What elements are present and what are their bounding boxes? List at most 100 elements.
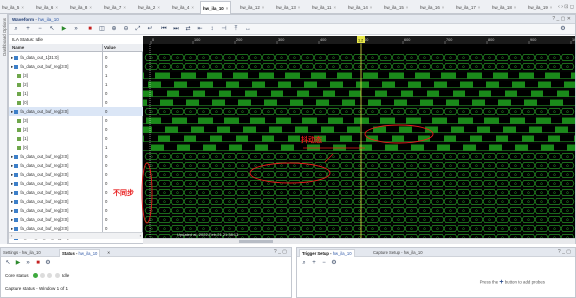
close-icon[interactable]: ×	[89, 5, 92, 10]
tab-hw-ila-16[interactable]: hw_ila_16 ×	[420, 3, 444, 12]
close-icon[interactable]: ×	[406, 5, 409, 10]
stop-icon[interactable]: ■	[86, 25, 94, 33]
run-icon[interactable]: ▶	[60, 25, 68, 33]
scroll-thumb[interactable]	[239, 240, 273, 243]
dashboard-options-strip[interactable]: Dashboard Options	[0, 14, 8, 244]
tab-bar-controls[interactable]: ‹ › ⊡ ◻	[558, 4, 574, 10]
signal-row[interactable]: [1] 0	[9, 89, 143, 98]
status-panel-controls[interactable]: ? _ ▢	[274, 248, 287, 257]
tab-hw-ila-6[interactable]: hw_ila_6 ×	[36, 3, 58, 12]
panel-tab[interactable]: Capture Setup - hw_ila_10	[373, 249, 423, 257]
search-icon[interactable]: ⌕	[300, 259, 308, 267]
tab-hw-ila-12[interactable]: hw_ila_12 ×	[240, 3, 264, 12]
bit-high-block	[330, 81, 343, 88]
panel-tab[interactable]: Status - hw_ila_10	[59, 249, 101, 257]
marker-icon[interactable]: ⇤	[196, 25, 204, 33]
tab-hw-ila-19[interactable]: hw_ila_19 ×	[528, 3, 552, 12]
signal-row[interactable]: [1] 0	[9, 134, 143, 143]
snap-icon[interactable]: ⊣	[220, 25, 228, 33]
signal-row[interactable]: ▸ fa_data_out_buf_reg[3:0] 0	[9, 161, 143, 170]
expand-icon[interactable]: ↔	[244, 25, 252, 33]
tab-hw-ila-13[interactable]: hw_ila_13 ×	[276, 3, 300, 12]
name-pane-scrollbar[interactable]: ‹ ›	[9, 232, 143, 239]
close-icon[interactable]: ×	[226, 6, 229, 11]
stop-icon[interactable]: ■	[34, 259, 42, 267]
signal-row[interactable]: ▸ fa_data_out_1[31:0] 0	[9, 53, 143, 62]
swap-icon[interactable]: ⇄	[184, 25, 192, 33]
bus-value: 0	[294, 209, 296, 213]
tab-hw-ila-10[interactable]: hw_ila_10 ×	[200, 1, 232, 14]
tab-hw-ila-7[interactable]: hw_ila_7 ×	[104, 3, 126, 12]
panel-tab[interactable]: ✕	[107, 249, 111, 257]
signal-row[interactable]: ▸ fa_data_out_buf_reg[3:0] 0	[9, 206, 143, 215]
zoom-in-icon[interactable]: ⊕	[110, 25, 118, 33]
waveform-canvas[interactable]: 0 100 200 300 400 500 600 700 800 900 10 0 0 0 0 0 0 0 0 0 0…	[113, 36, 576, 243]
tab-hw-ila-2[interactable]: hw_ila_2 ×	[138, 3, 160, 12]
close-icon[interactable]: ×	[123, 5, 126, 10]
signal-row[interactable]: [2] 1	[9, 80, 143, 89]
signal-row[interactable]: ▸ fa_data_out_buf_reg[3:0] 0	[9, 107, 143, 116]
signal-row[interactable]: ▸ fa_data_out_buf_reg[3:0] 0	[9, 62, 143, 71]
cursor-icon[interactable]: ↵	[146, 25, 154, 33]
settings-icon[interactable]: ⚙	[330, 259, 338, 267]
zoom-fit-icon[interactable]: ⤢	[134, 25, 142, 33]
close-icon[interactable]: ×	[298, 5, 301, 10]
panel-tab[interactable]: Settings - hw_ila_10	[3, 249, 41, 257]
minus-icon[interactable]: −	[36, 25, 44, 33]
waveform-scrollbar[interactable]	[143, 238, 575, 244]
tab-hw-ila-5[interactable]: hw_ila_5 ×	[2, 3, 24, 12]
add-marker-icon[interactable]: ↕	[208, 25, 216, 33]
add-probe-plus-icon[interactable]: +	[499, 279, 503, 286]
tab-hw-ila-8[interactable]: hw_ila_8 ×	[70, 3, 92, 12]
close-icon[interactable]: ×	[442, 5, 445, 10]
signal-row[interactable]: [2] 0	[9, 125, 143, 134]
settings-icon[interactable]: ⚙	[559, 25, 567, 33]
zoom-out-icon[interactable]: ⊖	[122, 25, 130, 33]
tab-hw-ila-18[interactable]: hw_ila_18 ×	[492, 3, 516, 12]
signal-row[interactable]: [3] 1	[9, 71, 143, 80]
tab-hw-ila-17[interactable]: hw_ila_17 ×	[456, 3, 480, 12]
name-column-header[interactable]: Name	[12, 44, 24, 52]
value-column-header[interactable]: Value	[104, 44, 116, 52]
close-icon[interactable]: ×	[550, 5, 553, 10]
close-icon[interactable]: ×	[157, 5, 160, 10]
tab-hw-ila-4[interactable]: hw_ila_4 ×	[172, 3, 194, 12]
signal-row[interactable]: ▸ fa_data_out_buf_reg[3:0] 0	[9, 152, 143, 161]
tab-hw-ila-15[interactable]: hw_ila_15 ×	[384, 3, 408, 12]
plus-icon[interactable]: +	[24, 25, 32, 33]
panel-controls[interactable]: ? _ ▢ ✕	[552, 15, 571, 24]
signal-row[interactable]: ▸ fa_data_out_buf_reg[3:0] 0	[9, 197, 143, 206]
close-icon[interactable]: ×	[21, 5, 24, 10]
pointer-icon[interactable]: ↖	[4, 259, 12, 267]
close-icon[interactable]: ×	[191, 5, 194, 10]
signal-row[interactable]: ▸ fa_data_out_buf_reg[3:0] 0	[9, 179, 143, 188]
panel-tab[interactable]: Trigger Setup - hw_ila_10	[299, 249, 355, 257]
close-icon[interactable]: ×	[478, 5, 481, 10]
add-probe-icon[interactable]: +	[310, 259, 318, 267]
bit-high-block	[453, 90, 465, 97]
remove-probe-icon[interactable]: −	[320, 259, 328, 267]
close-icon[interactable]: ×	[333, 5, 336, 10]
signal-row[interactable]: ▸ fa_data_out_buf_reg[3:0] 0	[9, 215, 143, 224]
tab-hw-ila-11[interactable]: hw_ila_11 ×	[312, 3, 336, 12]
fast-forward-icon[interactable]: »	[24, 259, 32, 267]
close-icon[interactable]: ×	[55, 5, 58, 10]
signal-row[interactable]: [0] 1	[9, 143, 143, 152]
go-start-icon[interactable]: ⏮	[160, 25, 168, 33]
close-icon[interactable]: ×	[370, 5, 373, 10]
signal-row[interactable]: [3] 0	[9, 116, 143, 125]
capture-icon[interactable]: ◫	[98, 25, 106, 33]
signal-row[interactable]: ▸ fa_data_out_buf_reg[3:0] 0	[9, 170, 143, 179]
trigger-panel-controls[interactable]: ? _ ▢	[558, 248, 571, 257]
options-icon[interactable]: ⚙	[44, 259, 52, 267]
run-icon[interactable]: ▶	[14, 259, 22, 267]
fast-forward-icon[interactable]: »	[72, 25, 80, 33]
pointer-icon[interactable]: ↖	[48, 25, 56, 33]
tab-hw-ila-14[interactable]: hw_ila_14 ×	[348, 3, 372, 12]
go-end-icon[interactable]: ⏭	[172, 25, 180, 33]
signal-row[interactable]: [0] 0	[9, 98, 143, 107]
search-icon[interactable]: ⌕	[12, 25, 20, 33]
link-icon[interactable]: ⤒	[232, 25, 240, 33]
close-icon[interactable]: ×	[514, 5, 517, 10]
close-icon[interactable]: ×	[262, 5, 265, 10]
